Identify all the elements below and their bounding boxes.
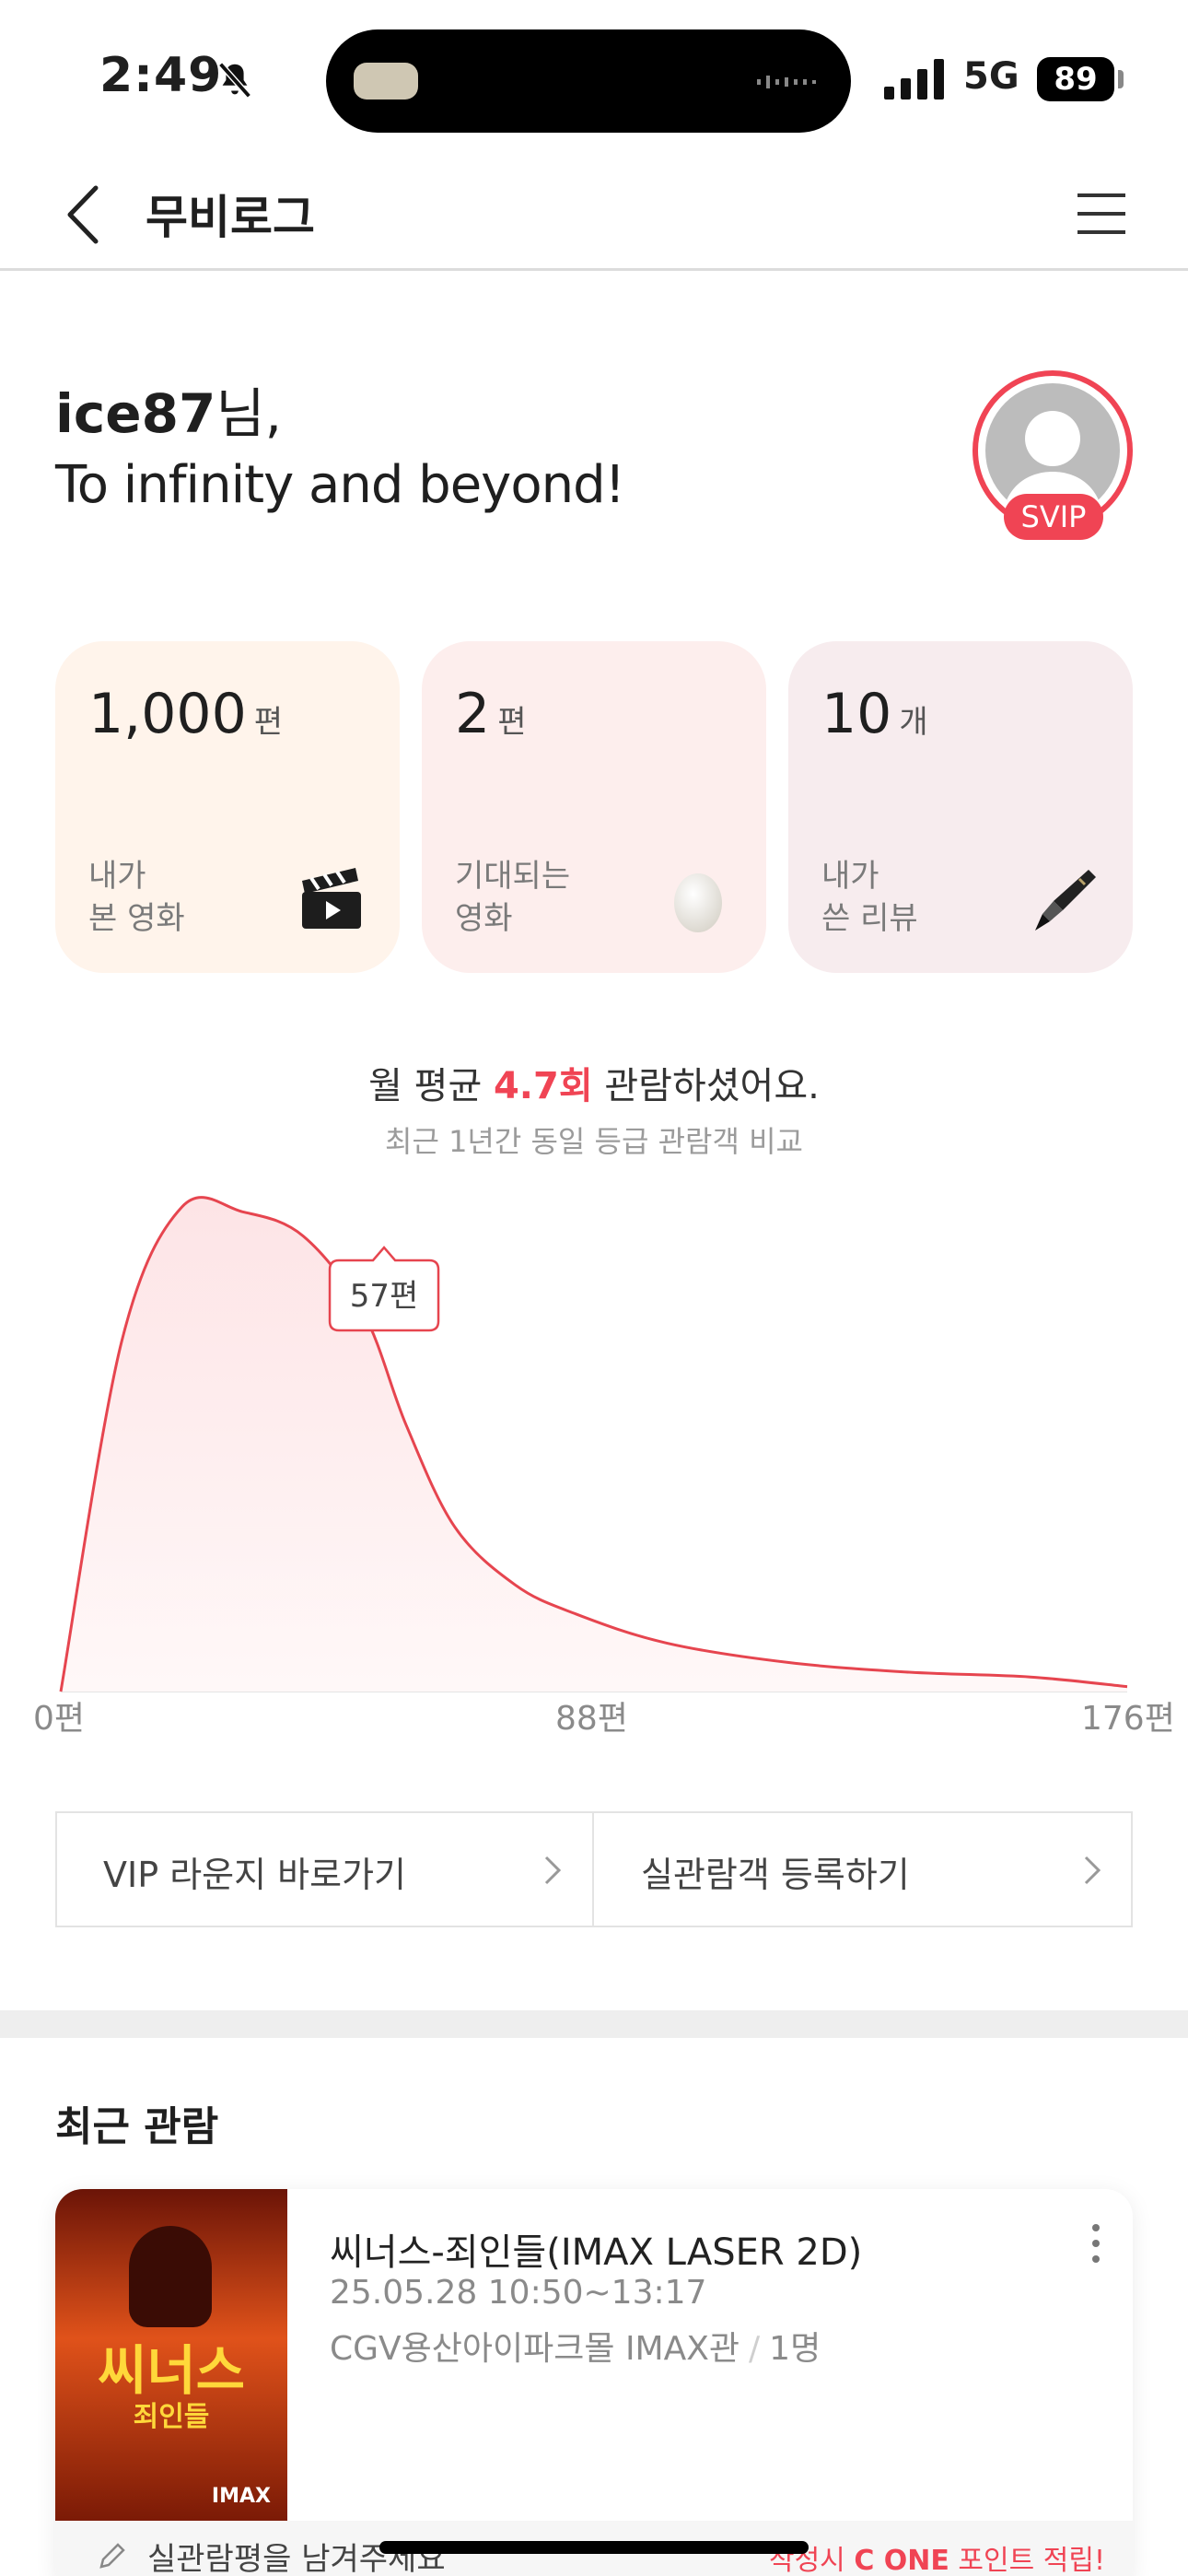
stat-value: 1,000 편 [88,682,283,746]
network-type: 5G [963,55,1019,98]
greeting-name: ice87님, [55,370,282,448]
dot [1092,2255,1100,2263]
stat-card-watched[interactable]: 1,000 편 내가 본 영화 [55,641,400,973]
stat-number: 10 [821,682,892,746]
bell-off-icon [218,62,251,99]
people-count: 1명 [769,2330,821,2368]
stat-unit: 개 [899,704,928,741]
review-promo: 작성시 C ONE 포인트 적립! [769,2537,1105,2576]
greeting-suffix: 님, [215,382,283,445]
stat-label: 내가 쓴 리뷰 [821,858,918,937]
nav-bar: 무비로그 [0,157,1188,271]
promo-suffix: 포인트 적립! [949,2545,1105,2576]
vip-lounge-link[interactable]: VIP 라운지 바로가기 [57,1813,594,1926]
verified-viewer-link[interactable]: 실관람객 등록하기 [595,1813,1132,1926]
link-label: 실관람객 등록하기 [641,1855,910,1895]
poster-figure [129,2226,212,2327]
status-time: 2:49 [99,48,223,103]
stat-unit: 편 [253,704,284,741]
stat-label: 내가 본 영화 [88,858,185,937]
menu-button[interactable] [1072,184,1131,243]
dynamic-island [326,29,851,133]
status-bar: 2:49 5G 89 [0,0,1188,157]
section-divider [0,2010,1188,2038]
egg-icon [674,873,722,932]
recent-section-title: 최근 관람 [55,2103,219,2150]
cellular-signal-icon [884,59,944,100]
back-button[interactable] [55,182,114,247]
x-tick-label: 0편 [33,1700,86,1738]
poster-subtitle: 죄인들 [133,2401,210,2433]
stat-number: 1,000 [88,682,247,746]
greeting-message: To infinity and beyond! [55,455,625,515]
stat-card-reviews[interactable]: 10 개 내가 쓴 리뷰 [788,641,1133,973]
x-tick-label: 88편 [555,1700,628,1738]
dot [1092,2240,1100,2247]
stat-label: 기대되는 영화 [455,858,571,937]
page-title: 무비로그 [146,191,315,244]
menu-icon-line [1077,212,1125,216]
average-value: 4.7회 [493,1065,593,1107]
dot [1092,2224,1100,2231]
battery-level: 89 [1037,57,1114,101]
grade-badge: SVIP [1004,494,1103,540]
stat-card-wishlist[interactable]: 2편 기대되는 영화 [422,641,766,973]
stat-value: 2편 [455,682,526,746]
movie-datetime: 25.05.28 10:50~13:17 [330,2274,707,2312]
x-tick-label: 176편 [1081,1700,1175,1738]
movie-poster[interactable]: 씨너스 죄인들 IMAX [55,2189,287,2521]
comparison-caption: 최근 1년간 동일 등급 관람객 비교 [385,1124,803,1159]
now-playing-thumbnail [354,63,418,100]
distribution-area [61,1197,1127,1692]
quick-links: VIP 라운지 바로가기 실관람객 등록하기 [55,1811,1133,1927]
separator: / [749,2330,761,2368]
home-indicator[interactable] [379,2541,809,2554]
viewing-distribution-chart: 57편 [59,1196,1128,1692]
movie-title: 씨너스-죄인들(IMAX LASER 2D) [330,2231,863,2274]
audio-wave-icon [757,76,816,88]
battery-tip [1118,70,1124,88]
monthly-average-text: 월 평균 4.7회 관람하셨어요. [0,1056,1188,1109]
stat-unit: 편 [497,704,527,741]
my-position-marker: 57편 [328,1246,440,1332]
review-prompt-text: 실관람평을 남겨주세요 [147,2541,446,2576]
pencil-icon [99,2543,125,2569]
promo-brand: C ONE [854,2545,949,2576]
marker-label: 57편 [350,1278,419,1315]
menu-icon-line [1077,230,1125,234]
movie-theater: CGV용산아이파크몰 IMAX관/1명 [330,2322,821,2370]
stat-value: 10 개 [821,682,928,746]
chevron-right-icon [1084,1856,1101,1885]
theater-name: CGV용산아이파크몰 IMAX관 [330,2330,740,2368]
recent-movie-card[interactable]: 씨너스 죄인들 IMAX 씨너스-죄인들(IMAX LASER 2D) 25.0… [55,2189,1133,2576]
chevron-right-icon [544,1856,562,1885]
average-suffix: 관람하셨어요. [592,1065,820,1107]
more-options-button[interactable] [1087,2220,1105,2266]
stat-number: 2 [455,682,491,746]
link-label: VIP 라운지 바로가기 [103,1855,406,1895]
average-prefix: 월 평균 [368,1065,494,1107]
fountain-pen-icon [1035,870,1096,931]
menu-icon-line [1077,193,1125,197]
username: ice87 [55,382,216,445]
poster-imax-badge: IMAX [211,2485,271,2508]
clapperboard-icon [302,868,361,929]
